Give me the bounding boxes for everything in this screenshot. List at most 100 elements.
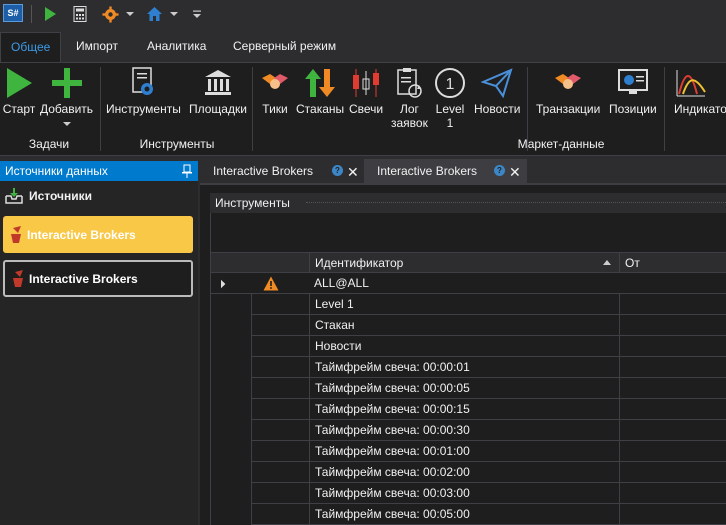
start-button[interactable]: Старт	[2, 65, 36, 116]
cell-from	[619, 420, 726, 441]
group-separator	[252, 67, 253, 151]
plus-icon	[50, 65, 84, 101]
depths-label: Стаканы	[296, 102, 345, 116]
svg-text:1: 1	[446, 76, 455, 93]
paper-plane-icon	[480, 65, 514, 101]
title-bar: S#	[0, 0, 726, 28]
indicators-label: Индикато	[674, 102, 726, 116]
cell-identifier: Новости	[309, 336, 619, 357]
column-header-from[interactable]: От	[619, 253, 726, 273]
level1-label-line2: 1	[446, 116, 454, 130]
doc-tab-interactive-brokers-1[interactable]: Interactive Brokers ? ✕	[200, 159, 363, 183]
source-card-interactive-brokers[interactable]: Interactive Brokers	[3, 260, 193, 297]
pin-icon[interactable]	[182, 164, 192, 178]
table-row[interactable]: Таймфрейм свеча: 00:00:15	[251, 399, 726, 420]
play-icon[interactable]	[40, 4, 60, 24]
column-header-identifier[interactable]: Идентификатор	[309, 253, 619, 273]
cell-from	[619, 399, 726, 420]
indicator-curves-icon	[674, 65, 708, 101]
cell-from	[619, 462, 726, 483]
cell-from	[619, 357, 726, 378]
column-label: Идентификатор	[315, 256, 404, 270]
data-sources-header: Источники данных	[0, 161, 198, 181]
help-icon[interactable]: ?	[494, 165, 505, 176]
source-label: Interactive Brokers	[29, 271, 138, 286]
depths-button[interactable]: Стаканы	[296, 65, 344, 116]
home-icon[interactable]	[144, 4, 164, 24]
transactions-button[interactable]: Транзакции	[536, 65, 600, 116]
close-icon[interactable]: ✕	[509, 160, 521, 184]
table-row[interactable]: Таймфрейм свеча: 00:00:05	[251, 378, 726, 399]
table-row[interactable]: Таймфрейм свеча: 00:03:00	[251, 483, 726, 504]
add-label: Добавить	[40, 102, 94, 116]
app-logo[interactable]: S#	[3, 4, 23, 22]
cell-identifier: Таймфрейм свеча: 00:03:00	[309, 483, 619, 504]
table-row[interactable]: Таймфрейм свеча: 00:05:00	[251, 504, 726, 525]
cell-from	[619, 315, 726, 336]
cell-from	[619, 294, 726, 315]
doc-tab-label: Interactive Brokers	[377, 164, 478, 178]
level1-button[interactable]: 1 Level 1	[433, 65, 467, 130]
home-menu-chevron-down-icon[interactable]	[168, 4, 180, 24]
candlestick-icon	[349, 65, 383, 101]
cell-from	[619, 483, 726, 504]
source-card-interactive-brokers-selected[interactable]: Interactive Brokers	[3, 216, 193, 253]
document-tabs: Interactive Brokers ? ✕ Interactive Brok…	[200, 159, 726, 183]
clipboard-refresh-icon	[392, 65, 426, 101]
customize-toolbar-icon[interactable]	[190, 4, 204, 24]
ribbon: Старт Добавить Задачи Инструменты Площад…	[0, 62, 726, 156]
group-row-all[interactable]: ALL@ALL	[211, 273, 726, 294]
close-icon[interactable]: ✕	[347, 160, 359, 184]
cell-from	[619, 504, 726, 525]
table-row[interactable]: Стакан	[251, 315, 726, 336]
candles-button[interactable]: Свечи	[349, 65, 383, 116]
doc-tab-interactive-brokers-2[interactable]: Interactive Brokers ? ✕	[364, 159, 527, 183]
news-button[interactable]: Новости	[474, 65, 520, 116]
chevron-down-icon	[62, 122, 71, 126]
tab-general[interactable]: Общее	[0, 32, 62, 62]
group-separator	[664, 67, 665, 151]
cell-from	[619, 441, 726, 462]
inbox-download-icon	[5, 188, 23, 204]
tab-import[interactable]: Импорт	[66, 32, 128, 62]
help-icon[interactable]: ?	[332, 165, 343, 176]
table-row[interactable]: Таймфрейм свеча: 00:01:00	[251, 441, 726, 462]
add-button[interactable]: Добавить	[40, 65, 93, 126]
tab-server-mode[interactable]: Серверный режим	[223, 32, 346, 62]
ticks-button[interactable]: Тики	[258, 65, 292, 116]
grid-rows: Level 1 Стакан Новости Таймфрейм свеча: 00:…	[251, 294, 726, 525]
tab-analytics[interactable]: Аналитика	[137, 32, 216, 62]
collapse-arrow-icon[interactable]	[216, 279, 226, 289]
table-row[interactable]: Level 1	[251, 294, 726, 315]
exchanges-button[interactable]: Площадки	[189, 65, 247, 116]
level1-label-line1: Level	[435, 102, 465, 116]
cell-identifier: Таймфрейм свеча: 00:02:00	[309, 462, 619, 483]
exchanges-label: Площадки	[189, 102, 247, 116]
instruments-content: Инструменты Идентификатор От ALL@ALL Lev…	[200, 185, 726, 525]
instruments-toolbar	[210, 213, 726, 253]
gear-menu-chevron-down-icon[interactable]	[124, 4, 136, 24]
order-log-button[interactable]: Лог заявок	[391, 65, 428, 130]
group-label-tasks: Задачи	[28, 137, 70, 151]
gear-icon[interactable]	[100, 4, 120, 24]
instruments-button[interactable]: Инструменты	[106, 65, 181, 116]
news-label: Новости	[474, 102, 521, 116]
cell-identifier: Таймфрейм свеча: 00:00:05	[309, 378, 619, 399]
table-row[interactable]: Новости	[251, 336, 726, 357]
table-row[interactable]: Таймфрейм свеча: 00:00:30	[251, 420, 726, 441]
table-row[interactable]: Таймфрейм свеча: 00:00:01	[251, 357, 726, 378]
data-sources-panel: Источники данных Источники Interactive B…	[0, 161, 198, 525]
cell-identifier: Таймфрейм свеча: 00:01:00	[309, 441, 619, 462]
positions-button[interactable]: Позиции	[609, 65, 657, 116]
sort-ascending-icon	[603, 260, 611, 265]
cell-identifier: Level 1	[309, 294, 619, 315]
calculator-icon[interactable]	[70, 4, 90, 24]
source-label: Interactive Brokers	[27, 227, 136, 242]
cell-identifier: Таймфрейм свеча: 00:00:01	[309, 357, 619, 378]
handshake-icon	[258, 65, 292, 101]
transactions-label: Транзакции	[536, 102, 601, 116]
order-log-label-line2: заявок	[391, 116, 428, 130]
ribbon-tabs: Общее Импорт Аналитика Серверный режим	[0, 28, 726, 62]
table-row[interactable]: Таймфрейм свеча: 00:02:00	[251, 462, 726, 483]
indicators-button[interactable]: Индикато	[674, 65, 726, 116]
